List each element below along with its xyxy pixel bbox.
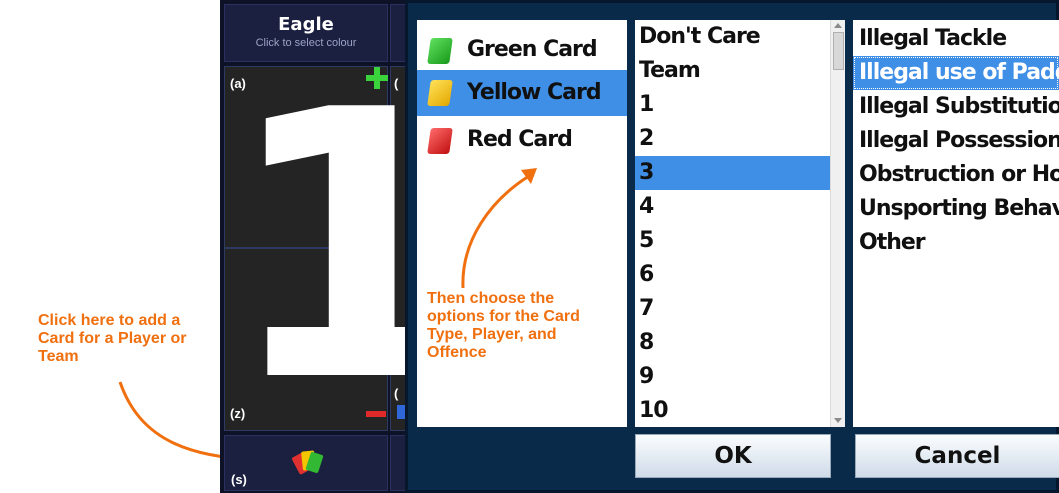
next-team-hotkey-2: ( xyxy=(394,386,399,401)
player-row[interactable]: 5 xyxy=(635,224,845,258)
player-row[interactable]: 7 xyxy=(635,292,845,326)
player-row[interactable]: 3 xyxy=(635,156,831,190)
player-row[interactable]: Team xyxy=(635,54,845,88)
green-card-icon xyxy=(427,38,453,64)
ok-button[interactable]: OK xyxy=(635,434,831,478)
hotkey-z: (z) xyxy=(230,406,246,421)
player-list-scrollbar[interactable] xyxy=(830,20,845,427)
card-type-label: Yellow Card xyxy=(467,80,602,105)
offence-row[interactable]: Illegal Substitution xyxy=(853,90,1059,124)
add-card-annotation: Click here to add a Card for a Player or… xyxy=(38,312,187,365)
player-list: Don't Care Team 1 2 3 4 5 6 7 8 9 10 xyxy=(635,20,845,427)
add-card-icon[interactable] xyxy=(291,448,324,476)
player-row[interactable]: 8 xyxy=(635,326,845,360)
offence-row[interactable]: Other xyxy=(853,226,1059,260)
offence-row[interactable]: Unsporting Behaviour xyxy=(853,192,1059,226)
player-row[interactable]: 10 xyxy=(635,394,845,427)
card-type-label: Green Card xyxy=(467,37,598,62)
player-row[interactable]: 6 xyxy=(635,258,845,292)
player-row[interactable]: 1 xyxy=(635,88,845,122)
offence-list: Illegal Tackle Illegal use of Paddle Ill… xyxy=(853,20,1059,427)
offence-row[interactable]: Illegal use of Paddle xyxy=(853,56,1059,90)
card-dialog: Green Card Yellow Card Red Card Then cho… xyxy=(405,0,1059,493)
scroll-down-icon[interactable] xyxy=(834,418,842,423)
team-name: Eagle xyxy=(278,14,334,35)
cancel-button[interactable]: Cancel xyxy=(855,434,1059,478)
next-team-card-cell xyxy=(390,435,406,491)
score-value: 1 xyxy=(224,33,481,463)
hotkey-s: (s) xyxy=(231,472,247,487)
player-row[interactable]: 2 xyxy=(635,122,845,156)
player-row[interactable]: 4 xyxy=(635,190,845,224)
player-row[interactable]: Don't Care xyxy=(635,20,845,54)
card-type-label: Red Card xyxy=(467,127,573,152)
player-row[interactable]: 9 xyxy=(635,360,845,394)
annotation-arrow-up xyxy=(461,168,537,289)
scroll-up-icon[interactable] xyxy=(834,23,842,28)
offence-row[interactable]: Illegal Tackle xyxy=(853,22,1059,56)
offence-row[interactable]: Illegal Possession xyxy=(853,124,1059,158)
choose-options-annotation: Then choose the options for the Card Typ… xyxy=(427,290,580,361)
card-type-red[interactable]: Red Card xyxy=(417,118,627,162)
card-type-green[interactable]: Green Card xyxy=(417,28,627,72)
team-scoreboard: Eagle Click to select colour (a) ( 1 (z)… xyxy=(220,0,481,493)
red-card-icon xyxy=(427,128,453,154)
offence-row[interactable]: Obstruction or Holding xyxy=(853,158,1059,192)
card-cell[interactable]: (s) xyxy=(224,435,388,491)
card-type-yellow[interactable]: Yellow Card xyxy=(417,70,627,116)
decrement-score-button[interactable] xyxy=(366,411,386,417)
scroll-thumb[interactable] xyxy=(833,32,844,70)
card-type-list: Green Card Yellow Card Red Card Then cho… xyxy=(417,20,627,427)
yellow-card-icon xyxy=(427,80,453,106)
